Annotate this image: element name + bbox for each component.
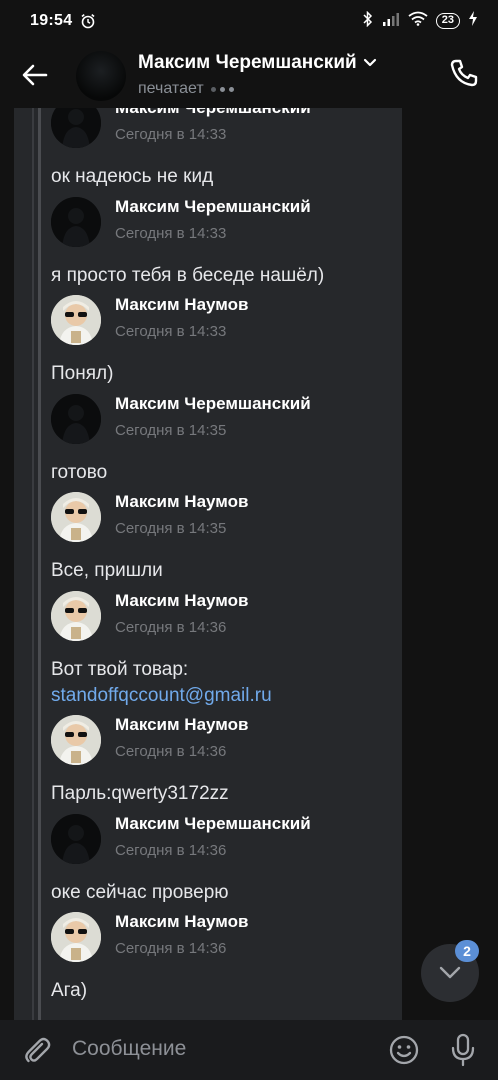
attach-button[interactable] [22, 1035, 52, 1065]
avatar[interactable] [51, 715, 101, 765]
message-text: Парль:qwerty3172zz [51, 781, 229, 807]
microphone-icon [451, 1033, 475, 1067]
battery-level: 23 [441, 14, 454, 26]
chevron-down-icon [439, 966, 461, 979]
message-time: Сегодня в 14:35 [115, 520, 227, 537]
message-composer [0, 1020, 498, 1080]
email-link[interactable]: standoffqccount@gmail.ru [51, 685, 272, 706]
message-author[interactable]: Максим Наумов [115, 912, 248, 932]
paperclip-icon [25, 1037, 51, 1063]
message-author[interactable]: Максим Наумов [115, 715, 248, 735]
chat-avatar[interactable] [76, 51, 126, 101]
avatar[interactable] [51, 196, 101, 247]
message-time: Сегодня в 14:36 [115, 618, 227, 636]
wifi-icon [408, 11, 428, 31]
chevron-down-icon [363, 58, 376, 67]
charging-icon [468, 11, 478, 31]
message-text-content: Ага) [51, 980, 88, 1001]
phone-icon [450, 59, 478, 87]
typing-dots-icon [210, 86, 234, 92]
message-author[interactable]: Максим Черемшанский [115, 814, 311, 834]
message-time: Сегодня в 14:35 [115, 421, 227, 439]
message-text-content: Все, пришли [51, 560, 163, 581]
message-text-content: я просто тебя в беседе нашёл) [51, 264, 325, 286]
message-author[interactable]: Максим Черемшанский [115, 197, 311, 217]
typing-status: печатает [138, 80, 234, 98]
thread-line [32, 108, 34, 1020]
emoji-button[interactable] [388, 1034, 420, 1066]
message-text: Понял) [51, 361, 113, 387]
message-time: Сегодня в 14:33 [115, 323, 227, 340]
message-text-content: готово [51, 461, 108, 483]
avatar[interactable] [51, 492, 101, 542]
smile-icon [389, 1035, 419, 1065]
message-time: Сегодня в 14:36 [115, 940, 227, 957]
message-text-content: ок надеюсь не кид [51, 166, 214, 187]
avatar[interactable] [51, 813, 101, 864]
status-bar: 19:54 23 [0, 0, 498, 42]
message-author[interactable]: Максим Черемшанский [115, 394, 311, 414]
message-text-content: Парль:qwerty3172zz [51, 783, 229, 804]
message-author[interactable]: Максим Наумов [115, 295, 248, 315]
avatar[interactable] [51, 912, 101, 962]
message-text: готово [51, 460, 107, 486]
chat-title[interactable]: Максим Черемшанский [138, 52, 377, 74]
thread-line [38, 108, 41, 1020]
battery-indicator: 23 [435, 13, 460, 29]
back-button[interactable] [20, 60, 50, 90]
message-author[interactable]: Максим Наумов [115, 492, 248, 512]
signal-icon [382, 12, 400, 31]
unread-badge: 2 [455, 940, 479, 962]
arrow-left-icon [22, 64, 48, 86]
message-text: Ага) [51, 978, 87, 1004]
message-author[interactable]: Максим Наумов [115, 591, 248, 611]
message-input[interactable] [72, 1037, 362, 1061]
message-time: Сегодня в 14:33 [115, 126, 227, 143]
voice-message-button[interactable] [450, 1033, 476, 1067]
status-time: 19:54 [30, 12, 73, 29]
message-time: Сегодня в 14:36 [115, 743, 227, 760]
message-text: оке сейчас проверю [51, 880, 229, 906]
message-text-content: Понял) [51, 363, 114, 384]
avatar[interactable] [51, 393, 101, 444]
message-text: Все, пришли [51, 558, 163, 584]
chat-header: Максим Черемшанский печатает [0, 42, 498, 108]
message-text: Вот твой товар: standoffqccount@gmail.ru [51, 657, 272, 709]
typing-status-text: печатает [138, 80, 204, 97]
message-text: я просто тебя в беседе нашёл) [51, 263, 324, 289]
message-text: ок надеюсь не кид [51, 164, 213, 190]
avatar[interactable] [51, 295, 101, 345]
bluetooth-icon [362, 10, 374, 32]
call-button[interactable] [448, 57, 480, 89]
message-text-content: Вот твой товар: [51, 658, 189, 680]
message-time: Сегодня в 14:33 [115, 224, 227, 242]
message-list[interactable]: Максим Черемшанский Сегодня в 14:33 ок над… [0, 108, 498, 1020]
avatar[interactable] [51, 590, 101, 641]
chat-title-text: Максим Черемшанский [138, 52, 357, 73]
message-text-content: оке сейчас проверю [51, 881, 229, 903]
message-time: Сегодня в 14:36 [115, 841, 227, 859]
alarm-icon [80, 13, 96, 29]
message-author[interactable]: Максим Черемшанский [115, 108, 311, 118]
